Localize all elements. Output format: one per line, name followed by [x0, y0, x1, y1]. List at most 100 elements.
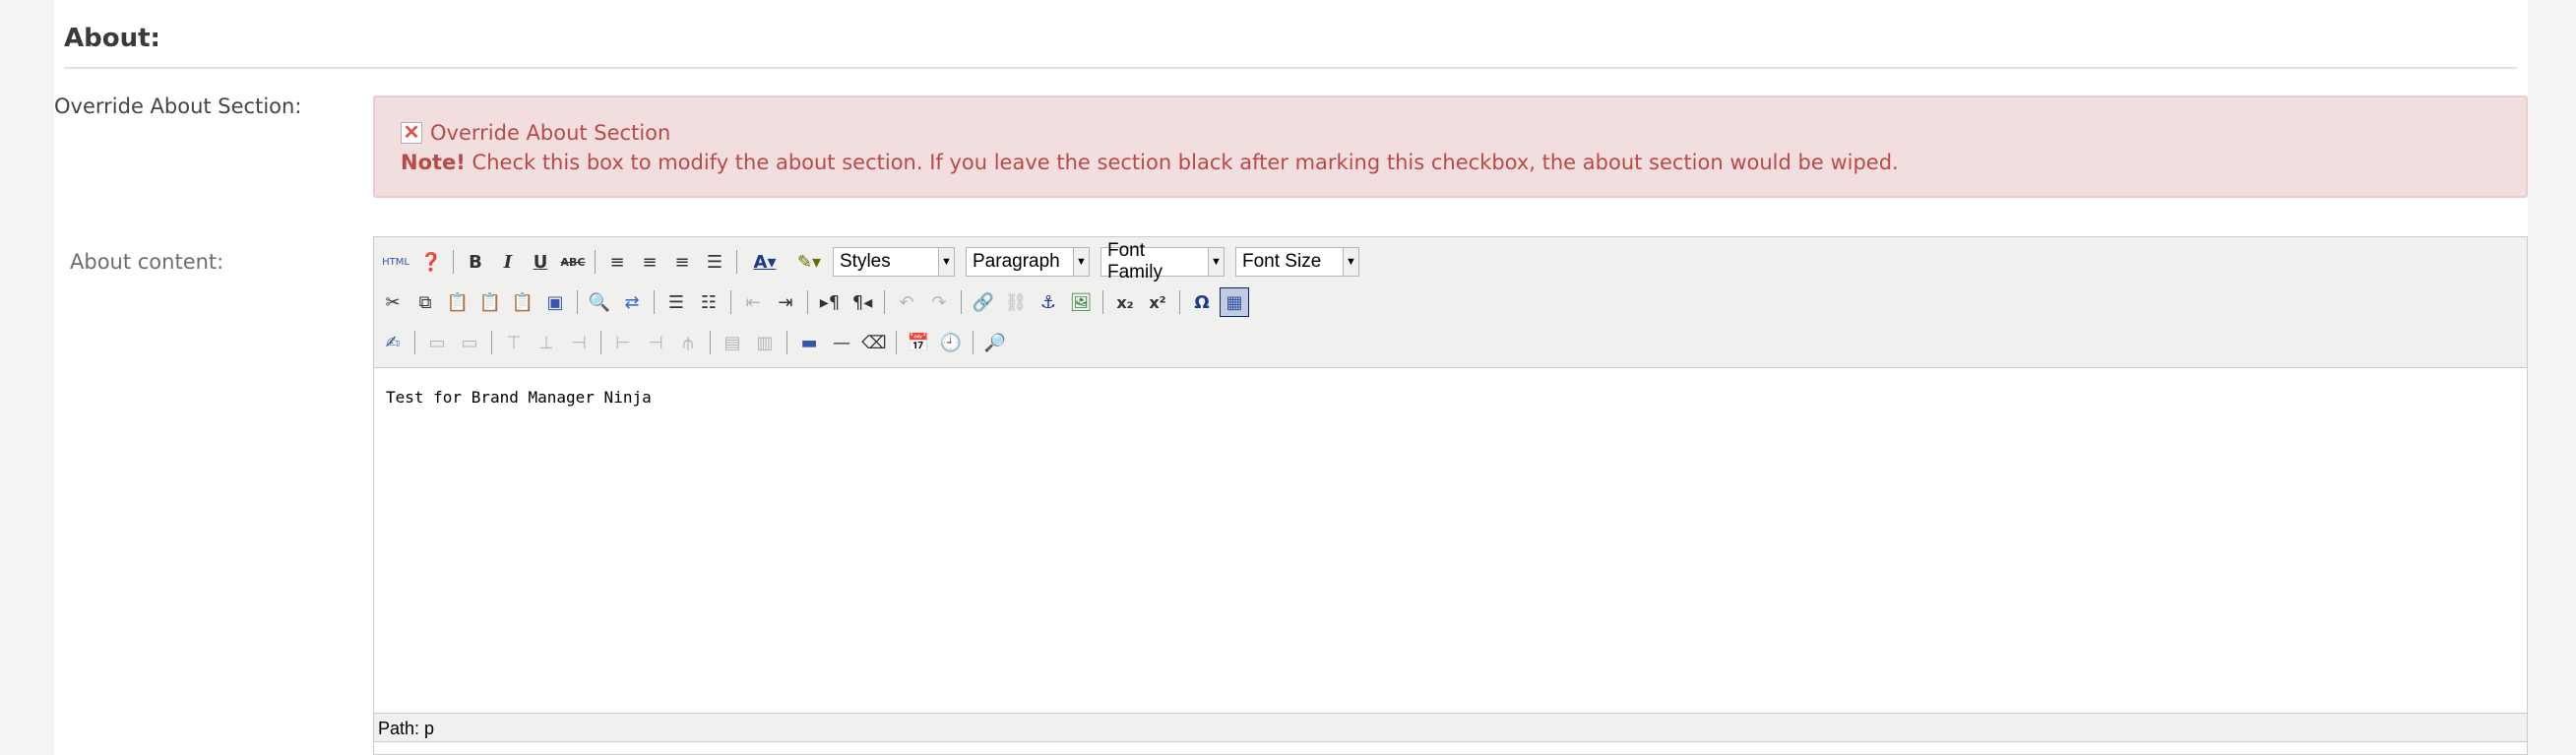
chevron-down-icon: ▼ — [1343, 248, 1358, 276]
cell-props-icon[interactable]: ▭ — [455, 328, 484, 357]
editor-toolbar: HTML ❓ B I U ABC ≡ ≡ ≡ ☰ A▾ ✎▾ Styles ▼ P… — [374, 237, 2527, 368]
paragraph-select[interactable]: Paragraph ▼ — [966, 247, 1090, 277]
link-icon[interactable]: 🔗 — [969, 287, 998, 317]
toolbar-separator — [961, 290, 962, 314]
cut-icon[interactable]: ✂ — [378, 287, 408, 317]
insert-time-icon[interactable]: 🕘 — [936, 328, 966, 357]
anchor-icon[interactable]: ⚓ — [1034, 287, 1063, 317]
horizontal-rule-icon[interactable]: — — [827, 328, 856, 357]
toolbar-separator — [453, 250, 454, 274]
section-title: About: — [64, 24, 160, 53]
bullet-list-icon[interactable]: ☰ — [661, 287, 691, 317]
paste-word-icon[interactable]: 📋 — [508, 287, 537, 317]
toolbar-row-3: ✍ ▭ ▭ ⊤ ⊥ ⊣ ⊢ ⊣ ⫛ ▤ ▥ ▬ — ⌫ 📅 🕘 🔎 — [378, 325, 1010, 360]
italic-button[interactable]: I — [493, 247, 523, 277]
editor-content-area[interactable]: Test for Brand Manager Ninja — [374, 368, 2527, 713]
toolbar-separator — [414, 331, 415, 354]
chevron-down-icon: ▼ — [1208, 248, 1224, 276]
row-props-icon[interactable]: ▭ — [422, 328, 452, 357]
toolbar-separator — [884, 290, 885, 314]
override-alert: ✕ Override About Section Note! Check thi… — [373, 95, 2528, 198]
override-checkbox[interactable]: ✕ — [401, 122, 422, 144]
toolbar-separator — [1179, 290, 1180, 314]
table-icon[interactable]: ▦ — [1220, 287, 1249, 317]
override-label: Override About Section: — [54, 94, 302, 118]
hr-style-icon[interactable]: ▬ — [794, 328, 824, 357]
section-divider — [64, 67, 2517, 69]
indent-icon[interactable]: ⇥ — [771, 287, 800, 317]
override-checkbox-label: Override About Section — [430, 121, 671, 145]
note-text: Check this box to modify the about secti… — [465, 151, 1899, 174]
insert-col-before-icon[interactable]: ⊢ — [608, 328, 638, 357]
insert-col-after-icon[interactable]: ⊣ — [641, 328, 670, 357]
eraser-icon[interactable]: ⌫ — [859, 328, 889, 357]
paste-text-icon[interactable]: 📋 — [475, 287, 505, 317]
superscript-icon[interactable]: x² — [1143, 287, 1172, 317]
image-icon[interactable]: 🖼 — [1066, 287, 1096, 317]
insert-date-icon[interactable]: 📅 — [904, 328, 933, 357]
redo-icon[interactable]: ↷ — [924, 287, 954, 317]
chevron-down-icon: ▼ — [1073, 248, 1089, 276]
insert-row-after-icon[interactable]: ⊥ — [532, 328, 561, 357]
toolbar-separator — [736, 250, 737, 274]
undo-icon[interactable]: ↶ — [892, 287, 921, 317]
styles-select[interactable]: Styles ▼ — [833, 247, 955, 277]
rich-text-editor: HTML ❓ B I U ABC ≡ ≡ ≡ ☰ A▾ ✎▾ Styles ▼ P… — [373, 236, 2528, 755]
outdent-icon[interactable]: ⇤ — [738, 287, 768, 317]
align-left-icon[interactable]: ≡ — [602, 247, 632, 277]
chevron-down-icon: ▼ — [938, 248, 954, 276]
special-char-button[interactable]: Ω — [1187, 287, 1217, 317]
editor-path: Path: p — [378, 719, 435, 738]
html-source-button[interactable]: HTML — [378, 247, 413, 277]
page: About: Override About Section: ✕ Overrid… — [54, 0, 2528, 755]
table-props-icon[interactable]: ✍ — [378, 328, 408, 357]
find-icon[interactable]: 🔍 — [585, 287, 614, 317]
about-content-label: About content: — [70, 250, 224, 274]
strikethrough-button[interactable]: ABC — [558, 247, 588, 277]
copy-icon[interactable]: ⧉ — [410, 287, 440, 317]
align-center-icon[interactable]: ≡ — [635, 247, 664, 277]
insert-row-before-icon[interactable]: ⊤ — [499, 328, 529, 357]
toolbar-separator — [730, 290, 731, 314]
text-color-icon[interactable]: A▾ — [744, 247, 785, 277]
toolbar-separator — [595, 250, 596, 274]
bold-button[interactable]: B — [461, 247, 490, 277]
toolbar-separator — [600, 331, 601, 354]
delete-col-icon[interactable]: ⫛ — [673, 328, 703, 357]
override-note: Note! Check this box to modify the about… — [401, 151, 1899, 174]
select-all-icon[interactable]: ▣ — [540, 287, 570, 317]
preview-icon[interactable]: 🔎 — [980, 328, 1010, 357]
align-justify-icon[interactable]: ☰ — [700, 247, 729, 277]
align-right-icon[interactable]: ≡ — [667, 247, 697, 277]
toolbar-separator — [896, 331, 897, 354]
help-icon[interactable]: ❓ — [416, 247, 446, 277]
toolbar-separator — [786, 331, 787, 354]
toolbar-row-1: HTML ❓ B I U ABC ≡ ≡ ≡ ☰ A▾ ✎▾ Styles ▼ P… — [378, 240, 1367, 283]
replace-icon[interactable]: ⇄ — [617, 287, 647, 317]
note-strong: Note! — [401, 151, 466, 174]
font-family-select[interactable]: Font Family ▼ — [1100, 240, 1225, 283]
paste-icon[interactable]: 📋 — [443, 287, 472, 317]
toolbar-separator — [710, 331, 711, 354]
toolbar-separator — [654, 290, 655, 314]
toolbar-separator — [973, 331, 974, 354]
toolbar-separator — [807, 290, 808, 314]
split-cells-icon[interactable]: ▤ — [718, 328, 747, 357]
toolbar-row-2: ✂ ⧉ 📋 📋 📋 ▣ 🔍 ⇄ ☰ ☷ ⇤ ⇥ ▸¶ ¶◂ ↶ ↷ 🔗 ⛓ ⚓ … — [378, 284, 1249, 320]
merge-cells-icon[interactable]: ▥ — [750, 328, 780, 357]
subscript-icon[interactable]: x₂ — [1110, 287, 1140, 317]
numbered-list-icon[interactable]: ☷ — [694, 287, 723, 317]
background-color-icon[interactable]: ✎▾ — [788, 247, 830, 277]
rtl-icon[interactable]: ¶◂ — [848, 287, 877, 317]
editor-paragraph[interactable]: Test for Brand Manager Ninja — [386, 388, 652, 407]
close-icon: ✕ — [403, 122, 420, 144]
underline-button[interactable]: U — [526, 247, 555, 277]
delete-row-icon[interactable]: ⊣ — [564, 328, 594, 357]
unlink-icon[interactable]: ⛓ — [1001, 287, 1031, 317]
override-checkbox-row[interactable]: ✕ Override About Section — [401, 121, 670, 145]
toolbar-separator — [491, 331, 492, 354]
editor-status-bar: Path: p — [374, 713, 2527, 742]
toolbar-separator — [577, 290, 578, 314]
font-size-select[interactable]: Font Size ▼ — [1235, 247, 1359, 277]
ltr-icon[interactable]: ▸¶ — [815, 287, 845, 317]
